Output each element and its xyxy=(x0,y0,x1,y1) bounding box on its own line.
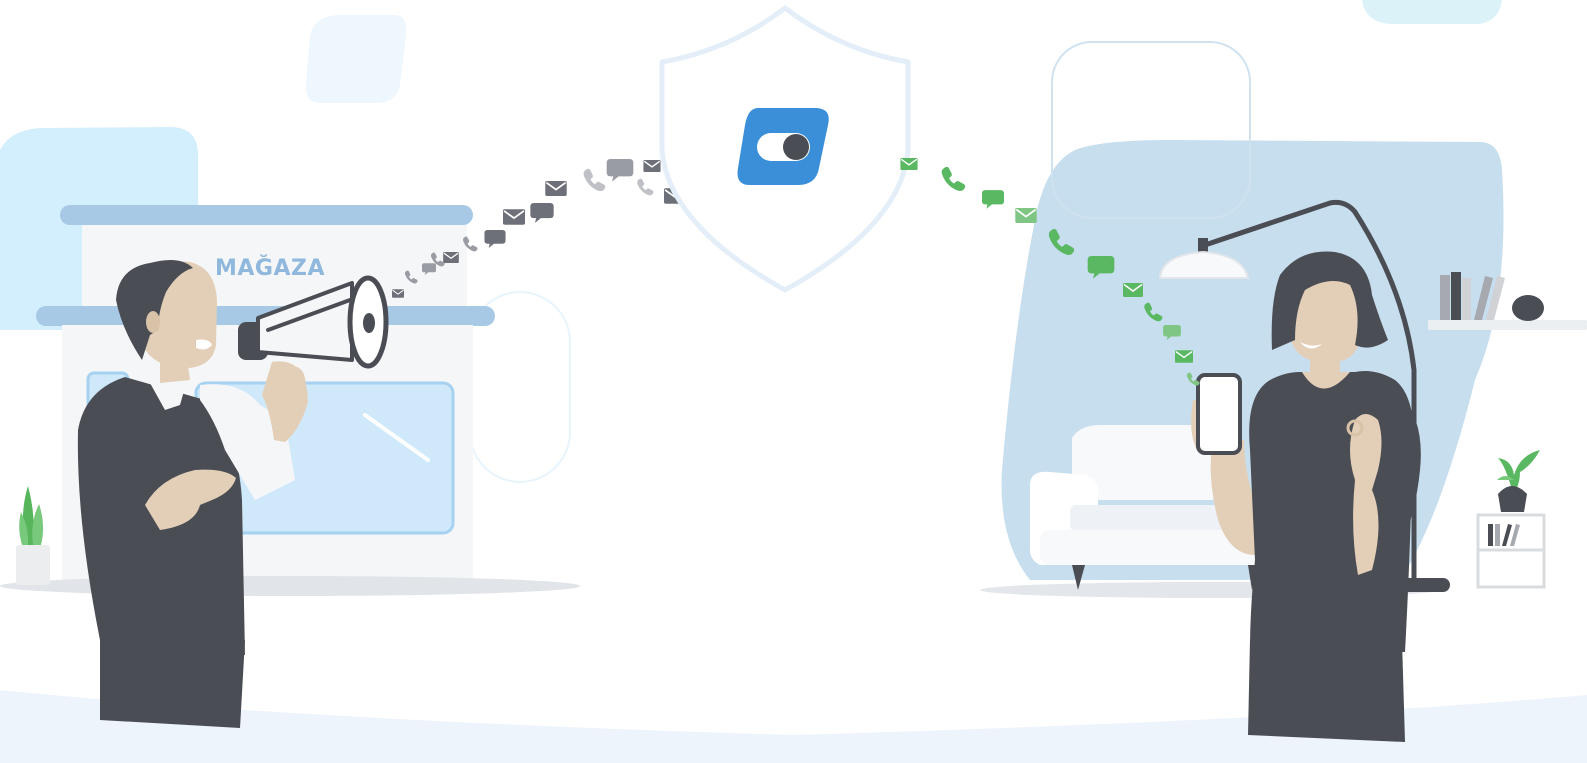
illustration: MAĞAZA xyxy=(0,0,1587,763)
phone-icon xyxy=(637,178,654,196)
envelope-icon xyxy=(643,160,661,172)
chat-icon xyxy=(530,203,554,223)
store-sign: MAĞAZA xyxy=(215,255,325,281)
envelope-icon xyxy=(545,181,567,196)
envelope-icon xyxy=(443,252,459,263)
chat-icon xyxy=(606,159,634,182)
phone-device xyxy=(1196,373,1242,455)
envelope-icon xyxy=(503,209,525,225)
chat-icon xyxy=(982,190,1004,209)
plant-right xyxy=(1476,450,1546,589)
plant-left xyxy=(16,486,50,585)
envelope-icon xyxy=(1015,208,1037,223)
envelope-icon xyxy=(1175,350,1193,363)
phone-icon xyxy=(941,166,966,192)
wall-shelf xyxy=(1428,272,1587,330)
envelope-icon xyxy=(392,289,404,298)
envelope-icon xyxy=(900,158,918,170)
phone-icon xyxy=(583,168,606,192)
envelope-icon xyxy=(1123,283,1143,297)
chat-icon xyxy=(484,230,506,248)
toggle-switch-icon xyxy=(737,108,829,185)
